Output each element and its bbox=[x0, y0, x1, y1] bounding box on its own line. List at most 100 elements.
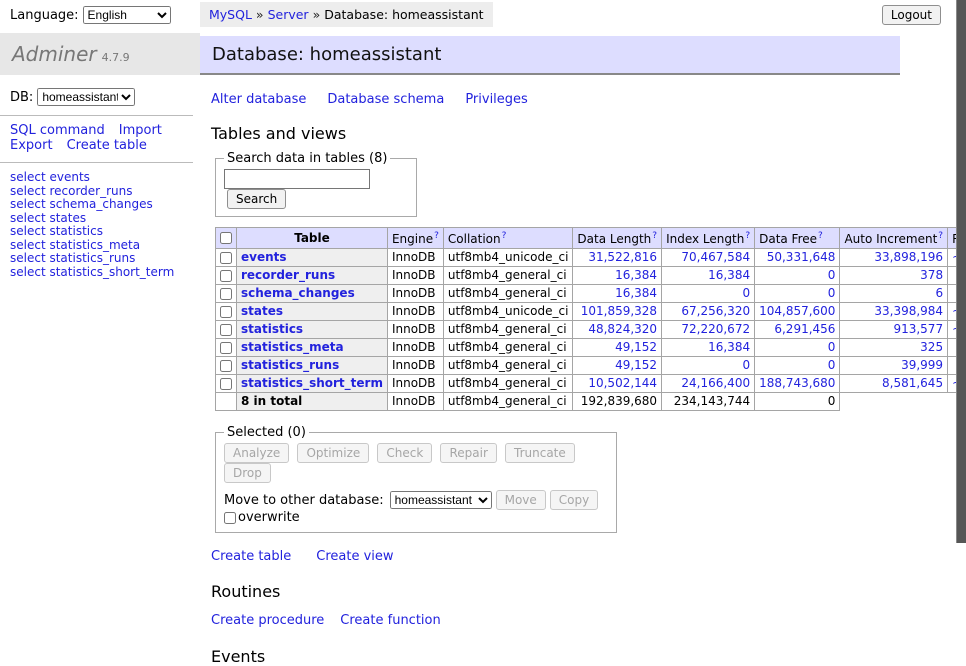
index-length-link[interactable]: 70,467,584 bbox=[681, 250, 750, 264]
index-length-link[interactable]: 72,220,672 bbox=[681, 322, 750, 336]
index-length-link[interactable]: 16,384 bbox=[708, 340, 750, 354]
auto-increment-link[interactable]: 913,577 bbox=[893, 322, 943, 336]
index-length-link[interactable]: 16,384 bbox=[708, 268, 750, 282]
alter-database-link[interactable]: Alter database bbox=[211, 92, 306, 107]
data-length-help-icon[interactable]: ? bbox=[652, 231, 657, 241]
vertical-scrollbar[interactable] bbox=[956, 0, 966, 543]
sidebar-item-select-statistics-short-term[interactable]: select statistics_short_term bbox=[10, 266, 200, 280]
data-free-link[interactable]: 188,743,680 bbox=[759, 376, 835, 390]
move-button[interactable]: Move bbox=[496, 490, 546, 510]
data-free-link[interactable]: 0 bbox=[828, 286, 836, 300]
sidebar-item-select-statistics[interactable]: select statistics bbox=[10, 225, 200, 239]
data-free-help-icon[interactable]: ? bbox=[818, 231, 823, 241]
engine-cell: InnoDB bbox=[387, 267, 443, 285]
language-select[interactable]: English bbox=[83, 6, 171, 24]
row-checkbox[interactable] bbox=[220, 252, 232, 264]
privileges-link[interactable]: Privileges bbox=[465, 92, 528, 107]
data-free-link[interactable]: 104,857,600 bbox=[759, 304, 835, 318]
truncate-button[interactable]: Truncate bbox=[505, 443, 575, 463]
sql-command-link[interactable]: SQL command bbox=[10, 123, 105, 138]
index-length-link[interactable]: 0 bbox=[742, 358, 750, 372]
data-free-link[interactable]: 0 bbox=[828, 358, 836, 372]
sidebar-item-select-statistics-runs[interactable]: select statistics_runs bbox=[10, 252, 200, 266]
create-table-link-sidebar[interactable]: Create table bbox=[67, 138, 147, 153]
search-button[interactable]: Search bbox=[227, 189, 286, 209]
data-length-link[interactable]: 10,502,144 bbox=[588, 376, 657, 390]
data-length-link[interactable]: 31,522,816 bbox=[588, 250, 657, 264]
select-all-cell bbox=[216, 228, 237, 249]
row-checkbox[interactable] bbox=[220, 270, 232, 282]
breadcrumb-mysql-link[interactable]: MySQL bbox=[209, 7, 252, 22]
check-button[interactable]: Check bbox=[377, 443, 432, 463]
drop-button[interactable]: Drop bbox=[224, 463, 271, 483]
create-table-link[interactable]: Create table bbox=[211, 549, 291, 564]
move-database-select[interactable]: homeassistant bbox=[390, 491, 492, 509]
index-length-link[interactable]: 24,166,400 bbox=[681, 376, 750, 390]
sidebar-item-select-schema-changes[interactable]: select schema_changes bbox=[10, 198, 200, 212]
auto-increment-link[interactable]: 33,398,984 bbox=[874, 304, 943, 318]
data-length-link[interactable]: 49,152 bbox=[615, 340, 657, 354]
row-checkbox[interactable] bbox=[220, 378, 232, 390]
engine-help-icon[interactable]: ? bbox=[434, 231, 439, 241]
table-row: statistics_short_term InnoDB utf8mb4_gen… bbox=[216, 375, 966, 393]
repair-button[interactable]: Repair bbox=[440, 443, 496, 463]
table-name-link[interactable]: recorder_runs bbox=[241, 268, 335, 282]
search-input[interactable] bbox=[224, 169, 370, 189]
import-link[interactable]: Import bbox=[119, 123, 162, 138]
engine-cell: InnoDB bbox=[387, 339, 443, 357]
data-free-link[interactable]: 50,331,648 bbox=[767, 250, 836, 264]
db-select[interactable]: homeassistant bbox=[37, 88, 135, 106]
auto-increment-link[interactable]: 39,999 bbox=[901, 358, 943, 372]
row-checkbox[interactable] bbox=[220, 306, 232, 318]
data-length-link[interactable]: 16,384 bbox=[615, 268, 657, 282]
data-length-link[interactable]: 16,384 bbox=[615, 286, 657, 300]
auto-increment-link[interactable]: 33,898,196 bbox=[874, 250, 943, 264]
row-checkbox[interactable] bbox=[220, 360, 232, 372]
table-name-link[interactable]: states bbox=[241, 304, 283, 318]
sidebar-item-select-recorder-runs[interactable]: select recorder_runs bbox=[10, 185, 200, 199]
move-label: Move to other database: bbox=[224, 493, 384, 508]
analyze-button[interactable]: Analyze bbox=[224, 443, 289, 463]
copy-button[interactable]: Copy bbox=[550, 490, 598, 510]
index-length-link[interactable]: 0 bbox=[742, 286, 750, 300]
row-checkbox[interactable] bbox=[220, 342, 232, 354]
create-procedure-link[interactable]: Create procedure bbox=[211, 613, 324, 628]
data-free-link[interactable]: 0 bbox=[828, 340, 836, 354]
table-name-link[interactable]: statistics_meta bbox=[241, 340, 344, 354]
table-name-link[interactable]: events bbox=[241, 250, 287, 264]
sidebar-item-select-states[interactable]: select states bbox=[10, 212, 200, 226]
collation-help-icon[interactable]: ? bbox=[502, 231, 507, 241]
table-name-link[interactable]: schema_changes bbox=[241, 286, 355, 300]
create-function-link[interactable]: Create function bbox=[340, 613, 440, 628]
table-name-link[interactable]: statistics bbox=[241, 322, 303, 336]
data-free-link[interactable]: 0 bbox=[828, 268, 836, 282]
optimize-button[interactable]: Optimize bbox=[297, 443, 369, 463]
auto-increment-link[interactable]: 378 bbox=[920, 268, 943, 282]
index-length-link[interactable]: 67,256,320 bbox=[681, 304, 750, 318]
auto-increment-link[interactable]: 325 bbox=[920, 340, 943, 354]
create-view-link[interactable]: Create view bbox=[316, 549, 393, 564]
auto-increment-link[interactable]: 6 bbox=[935, 286, 943, 300]
table-name-link[interactable]: statistics_short_term bbox=[241, 376, 383, 390]
index-length-help-icon[interactable]: ? bbox=[745, 231, 750, 241]
table-name-link[interactable]: statistics_runs bbox=[241, 358, 339, 372]
data-length-link[interactable]: 49,152 bbox=[615, 358, 657, 372]
row-checkbox[interactable] bbox=[220, 288, 232, 300]
export-link[interactable]: Export bbox=[10, 138, 53, 153]
overwrite-checkbox[interactable] bbox=[224, 512, 236, 524]
move-row: Move to other database: homeassistantMove… bbox=[224, 490, 608, 525]
sidebar-item-select-events[interactable]: select events bbox=[10, 171, 200, 185]
auto-increment-help-icon[interactable]: ? bbox=[938, 231, 943, 241]
database-schema-link[interactable]: Database schema bbox=[327, 92, 444, 107]
logout-button[interactable]: Logout bbox=[882, 5, 941, 25]
row-checkbox[interactable] bbox=[220, 324, 232, 336]
app-version[interactable]: 4.7.9 bbox=[102, 51, 130, 64]
column-header-table: Table bbox=[237, 228, 388, 249]
data-length-link[interactable]: 48,824,320 bbox=[588, 322, 657, 336]
auto-increment-link[interactable]: 8,581,645 bbox=[882, 376, 943, 390]
data-length-link[interactable]: 101,859,328 bbox=[581, 304, 657, 318]
select-all-checkbox[interactable] bbox=[220, 232, 232, 244]
data-free-link[interactable]: 6,291,456 bbox=[774, 322, 835, 336]
breadcrumb-server-link[interactable]: Server bbox=[268, 7, 309, 22]
sidebar-item-select-statistics-meta[interactable]: select statistics_meta bbox=[10, 239, 200, 253]
